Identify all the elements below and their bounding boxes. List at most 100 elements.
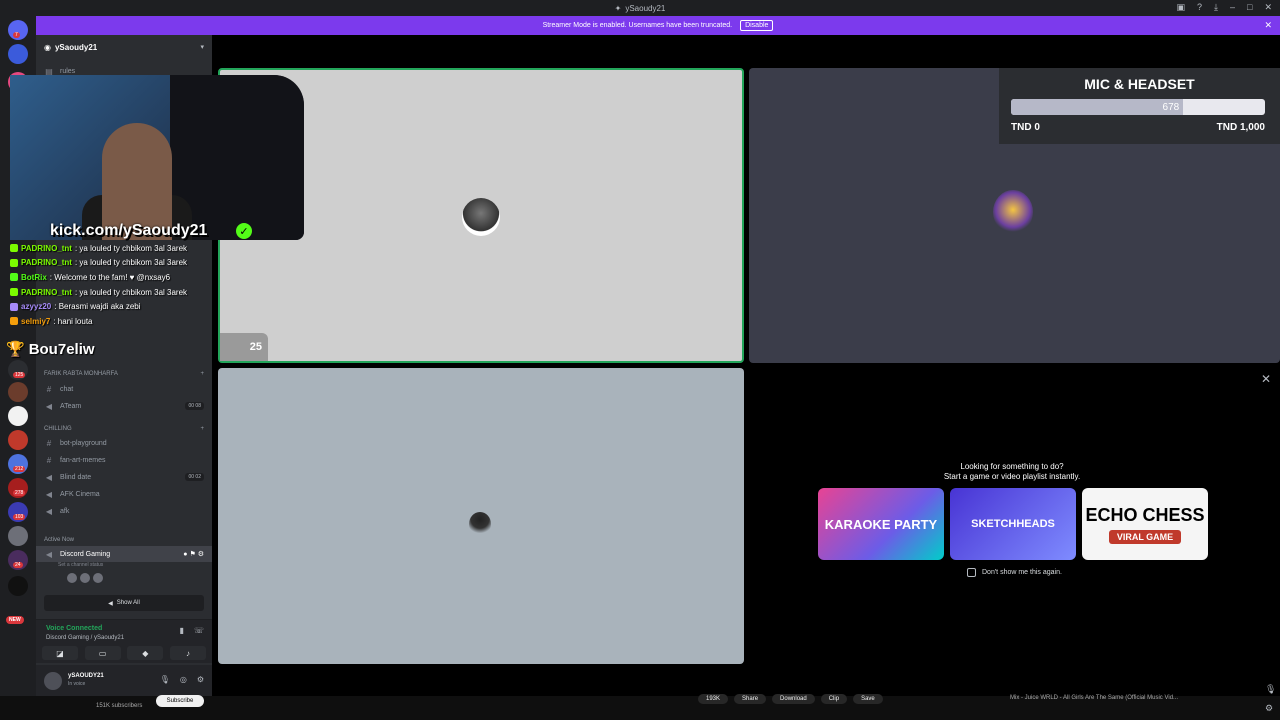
category-name: FARIK RABTA MONHARFA — [44, 371, 118, 377]
screen-share-button[interactable]: ▭ — [84, 646, 121, 660]
soundboard-button[interactable]: ♪ — [169, 646, 206, 660]
voice-connected-label: Voice Connected — [46, 625, 103, 632]
channel-afk-cinema[interactable]: ◀ AFK Cinema — [36, 486, 212, 502]
share-button[interactable]: Share — [734, 694, 767, 704]
gear-icon[interactable]: ⚙ — [198, 551, 204, 558]
gear-icon[interactable]: ⚙ — [197, 675, 204, 684]
chat-username: PADRINO_tnt — [21, 243, 72, 253]
chat-badge-icon — [10, 244, 18, 253]
disconnect-icon[interactable]: ☏ — [194, 626, 204, 635]
server-icon[interactable] — [8, 406, 28, 426]
inbox-icon[interactable]: ▣ — [1176, 2, 1185, 13]
new-badge: NEW — [6, 616, 24, 624]
channel-name: rules — [60, 67, 76, 75]
participant-tile[interactable] — [218, 368, 744, 664]
goal-max-label: TND 1,000 — [1216, 122, 1265, 133]
invite-icon[interactable]: ⚑ — [189, 551, 195, 558]
speaker-icon: ◀ — [108, 600, 113, 607]
hash-icon: # — [46, 455, 52, 465]
checkbox-icon[interactable] — [967, 568, 976, 577]
chat-badge-icon — [10, 302, 18, 311]
channel-blind-date[interactable]: ◀ Blind date 00 02 — [36, 469, 212, 485]
channel-fan-art-memes[interactable]: # fan-art-memes — [36, 452, 212, 468]
download-button[interactable]: Download — [772, 694, 815, 704]
video-actions: 193K Share Download Clip Save — [698, 694, 883, 704]
chat-username: selmiy7 — [21, 316, 51, 326]
server-badge: 125 — [13, 372, 26, 378]
noise-suppression-icon[interactable]: ▮ — [180, 626, 184, 635]
voice-limit-pill: 00 02 — [185, 473, 204, 481]
server-icon[interactable] — [8, 576, 28, 596]
speaker-icon: ◀ — [45, 472, 53, 482]
category-farik-rabta[interactable]: FARIK RABTA MONHARFA + — [44, 371, 204, 377]
download-icon[interactable]: ⤓ — [1214, 2, 1218, 13]
activity-card-title: KARAOKE PARTY — [824, 516, 938, 532]
avatar[interactable] — [44, 672, 62, 690]
streamer-mode-banner: Streamer Mode is enabled. Usernames have… — [36, 16, 1280, 35]
avatar[interactable] — [92, 572, 104, 584]
camera-button[interactable]: ◪ — [42, 646, 78, 660]
server-name: ySaoudy21 — [54, 42, 98, 52]
chat-badge-icon — [10, 273, 18, 282]
activity-card-sketchheads[interactable]: SKETCHHEADS — [950, 488, 1076, 560]
channel-discord-gaming[interactable]: ◀ Discord Gaming ● ⚑ ⚙ — [36, 546, 212, 562]
dont-show-again-checkbox[interactable]: Don't show me this again. — [967, 568, 1062, 577]
save-button[interactable]: Save — [853, 694, 883, 704]
user-controls: 🎙 ◎ ⚙ — [160, 675, 204, 684]
channel-chat[interactable]: # chat — [36, 381, 212, 397]
close-activity-icon[interactable]: ✕ — [1261, 372, 1271, 386]
close-window-icon[interactable]: ✕ — [1264, 2, 1272, 13]
headphones-icon[interactable]: ◎ — [180, 675, 187, 684]
subscribe-button[interactable]: Subscribe — [156, 695, 204, 707]
gear-icon[interactable]: ⚙ — [1265, 703, 1273, 714]
hash-icon: # — [46, 384, 52, 394]
show-all-label: Show All — [116, 600, 140, 606]
help-icon[interactable]: ? — [1197, 2, 1202, 13]
add-channel-icon[interactable]: + — [200, 426, 204, 432]
activity-card-echo-chess[interactable]: ECHO CHESS VIRAL GAME — [1082, 488, 1208, 560]
server-icon[interactable] — [8, 430, 28, 450]
server-header[interactable]: ◉ ySaoudy21 ▾ — [36, 35, 212, 59]
activity-prompt-line1: Looking for something to do? — [960, 462, 1064, 471]
channel-ateam[interactable]: ◀ ATeam 00 08 — [36, 398, 212, 414]
speaker-icon: ◀ — [45, 549, 53, 559]
stream-chat-overlay: PADRINO_tnt: ya louled ty chbikom 3al 3a… — [10, 241, 220, 329]
server-icon[interactable] — [8, 382, 28, 402]
category-name: CHILLING — [44, 426, 72, 432]
microphone-icon[interactable]: 🎙 — [160, 675, 170, 684]
chat-message: PADRINO_tnt: ya louled ty chbikom 3al 3a… — [10, 241, 220, 256]
server-icon[interactable] — [8, 44, 28, 64]
activity-button[interactable]: ◆ — [127, 646, 164, 660]
show-all-button[interactable]: ◀ Show All — [44, 595, 204, 611]
chat-message: azyyz20: Berasmi wajdi aka zebi — [10, 299, 220, 314]
disable-streamer-mode-button[interactable]: Disable — [740, 20, 774, 31]
avatar[interactable] — [79, 572, 91, 584]
voice-location[interactable]: Discord Gaming / ySaoudy21 — [46, 635, 124, 641]
chat-text: : ya louled ty chbikom 3al 3arek — [74, 258, 188, 268]
server-icon[interactable] — [8, 526, 28, 546]
donation-goal-widget: MIC & HEADSET 678 TND 0 TND 1,000 — [999, 68, 1280, 144]
user-name: ySAOUDY21 — [68, 673, 104, 679]
overlay-brand: 🏆 Bou7eliw — [6, 340, 95, 359]
channel-afk[interactable]: ◀ afk — [36, 503, 212, 519]
chat-text: : Berasmi wajdi aka zebi — [54, 302, 141, 312]
add-channel-icon[interactable]: + — [200, 371, 204, 377]
channel-name: AFK Cinema — [60, 490, 100, 498]
like-button[interactable]: 193K — [698, 694, 729, 704]
close-banner-icon[interactable]: ✕ — [1264, 20, 1272, 31]
chat-icon[interactable]: ● — [183, 551, 187, 558]
clip-button[interactable]: Clip — [820, 694, 848, 704]
brand-name: Bou7eliw — [28, 340, 95, 358]
minimize-icon[interactable]: – — [1230, 2, 1235, 13]
channel-name: bot-playground — [60, 439, 107, 447]
activity-card-karaoke[interactable]: KARAOKE PARTY — [818, 488, 944, 560]
channel-status-input[interactable]: Set a channel status — [58, 562, 103, 568]
next-video-title[interactable]: Mix - Juice WRLD - All Girls Are The Sam… — [1010, 695, 1178, 701]
category-chilling[interactable]: CHILLING + — [44, 426, 204, 432]
maximize-icon[interactable]: □ — [1247, 2, 1252, 13]
avatar[interactable] — [66, 572, 78, 584]
channel-bot-playground[interactable]: # bot-playground — [36, 435, 212, 451]
app-logo-icon: ✦ — [614, 3, 622, 13]
server-badge: 278 — [13, 490, 26, 496]
microphone-icon[interactable]: 🎙 — [1265, 684, 1276, 695]
